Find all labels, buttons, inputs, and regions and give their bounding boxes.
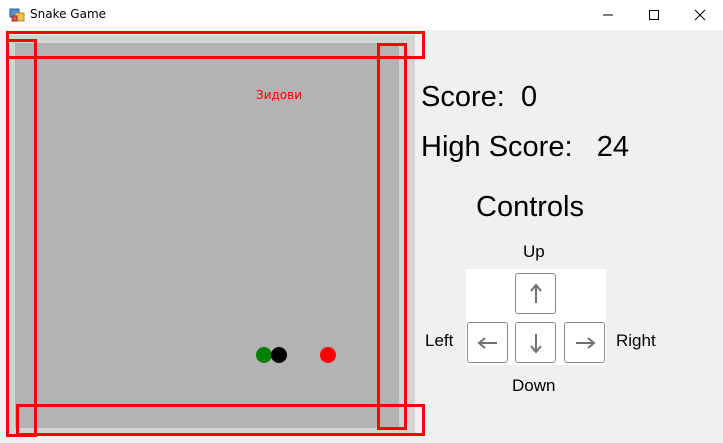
up-label: Up: [523, 242, 545, 261]
wall-highlight-left: [6, 39, 37, 437]
app-icon: [9, 8, 25, 22]
arrow-right-icon: [575, 336, 596, 349]
game-board: [15, 43, 399, 428]
player-name-label: Зидови: [256, 88, 303, 102]
snake-head: [256, 347, 272, 363]
wall-highlight-top: [6, 31, 425, 59]
arrow-up-icon: [529, 282, 542, 303]
minimize-icon: [603, 14, 613, 16]
score-value: 0: [520, 81, 538, 113]
snake-body-segment: [271, 347, 287, 363]
down-button[interactable]: [515, 322, 556, 363]
up-button[interactable]: [515, 273, 556, 314]
food-pellet: [320, 347, 336, 363]
maximize-button[interactable]: [631, 0, 677, 30]
score-label: Score:: [421, 81, 505, 113]
minimize-button[interactable]: [585, 0, 631, 30]
left-button[interactable]: [467, 322, 508, 363]
down-label: Down: [512, 376, 556, 395]
window-title: Snake Game: [30, 7, 107, 21]
right-button[interactable]: [564, 322, 605, 363]
wall-highlight-bottom: [16, 404, 425, 436]
high-score-display: High Score: 24: [421, 131, 629, 164]
title-bar: Snake Game: [0, 0, 723, 30]
right-label: Right: [616, 331, 656, 350]
controls-heading: Controls: [476, 191, 584, 223]
left-label: Left: [425, 331, 454, 350]
maximize-icon: [649, 10, 659, 20]
score-display: Score: 0: [421, 81, 537, 114]
wall-highlight-right: [377, 43, 407, 430]
high-score-label: High Score:: [421, 131, 573, 163]
arrow-left-icon: [476, 336, 497, 349]
close-icon: [694, 9, 706, 21]
close-button[interactable]: [677, 0, 723, 30]
arrow-down-icon: [529, 333, 542, 354]
high-score-value: 24: [596, 131, 629, 163]
